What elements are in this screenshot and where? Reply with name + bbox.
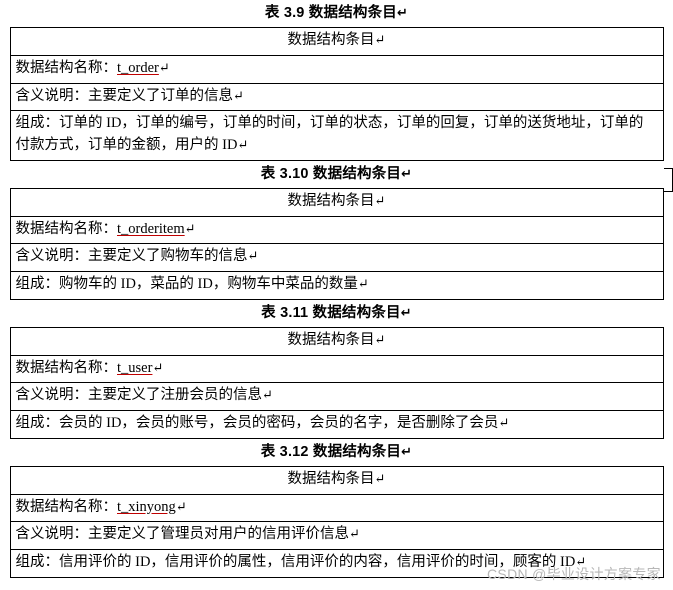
caption-text: 表 3.11 数据结构条目 (261, 304, 401, 321)
paragraph-mark: ↵ (401, 443, 413, 459)
table-header-cell: 数据结构条目↵ (9, 465, 664, 495)
table-caption: 表 3.10 数据结构条目↵ (8, 161, 665, 188)
table-cell: 数据结构名称：t_order↵ (9, 54, 664, 84)
header-text: 数据结构条目 (287, 470, 375, 487)
caption-text: 表 3.9 数据结构条目 (264, 5, 398, 21)
row-label: 含义说明：主要定义了管理员对用户的信用评价信息 (15, 526, 350, 543)
table-header-cell: 数据结构条目↵ (9, 27, 664, 56)
table-caption: 表 3.9 数据结构条目↵ (8, 0, 665, 27)
row-label: 组成：订单的 ID，订单的编号，订单的时间，订单的状态，订单的回复，订单的送货地… (15, 115, 644, 154)
paragraph-mark: ↵ (374, 331, 386, 347)
paragraph-mark: ↵ (374, 192, 386, 208)
data-structure-table: 数据结构条目↵ 数据结构名称：t_orderitem↵ 含义说明：主要定义了购物… (9, 187, 664, 300)
row-value: t_orderitem (117, 220, 185, 237)
document-page: 表 3.9 数据结构条目↵ 数据结构条目↵ 数据结构名称：t_order↵ 含义… (0, 0, 673, 590)
header-text: 数据结构条目 (287, 331, 375, 348)
table-header-cell: 数据结构条目↵ (9, 326, 664, 356)
table-row: 数据结构名称：t_xinyong↵ (9, 493, 664, 523)
row-label: 数据结构名称： (15, 359, 118, 376)
row-label: 数据结构名称： (15, 59, 118, 76)
header-text: 数据结构条目 (287, 32, 375, 49)
paragraph-mark: ↵ (184, 220, 196, 236)
row-value: t_order (117, 59, 159, 76)
paragraph-mark: ↵ (233, 87, 244, 103)
table-row: 组成：购物车的 ID，菜品的 ID，购物车中菜品的数量↵ (9, 271, 664, 300)
paragraph-mark: ↵ (262, 387, 273, 403)
table-row: 组成：会员的 ID，会员的账号，会员的密码，会员的名字，是否删除了会员↵ (9, 410, 664, 439)
table-row: 含义说明：主要定义了订单的信息↵ (9, 82, 664, 112)
table-block-3: 表 3.11 数据结构条目↵ 数据结构条目↵ 数据结构名称：t_user↵ 含义… (8, 300, 665, 439)
table-row: 组成：订单的 ID，订单的编号，订单的时间，订单的状态，订单的回复，订单的送货地… (9, 110, 664, 161)
table-cell: 含义说明：主要定义了订单的信息↵ (9, 82, 664, 112)
paragraph-mark: ↵ (357, 276, 369, 292)
page-edge-marker (664, 168, 673, 192)
table-row: 数据结构名称：t_order↵ (9, 54, 664, 84)
paragraph-mark: ↵ (152, 359, 164, 375)
table-row: 含义说明：主要定义了购物车的信息↵ (9, 243, 664, 273)
row-value: t_xinyong (117, 498, 176, 515)
table-row: 数据结构条目↵ (9, 187, 664, 217)
table-row: 数据结构条目↵ (9, 326, 664, 356)
table-cell: 数据结构名称：t_user↵ (9, 354, 664, 384)
table-block-4: 表 3.12 数据结构条目↵ 数据结构条目↵ 数据结构名称：t_xinyong↵… (8, 439, 665, 578)
table-row: 数据结构名称：t_orderitem↵ (9, 215, 664, 245)
row-label: 数据结构名称： (15, 220, 118, 237)
row-label: 组成：会员的 ID，会员的账号，会员的密码，会员的名字，是否删除了会员 (15, 415, 499, 432)
table-cell: 含义说明：主要定义了管理员对用户的信用评价信息↵ (9, 521, 664, 551)
table-cell: 数据结构名称：t_xinyong↵ (9, 493, 664, 523)
table-cell: 含义说明：主要定义了购物车的信息↵ (9, 243, 664, 273)
table-row: 含义说明：主要定义了管理员对用户的信用评价信息↵ (9, 521, 664, 551)
table-caption: 表 3.11 数据结构条目↵ (8, 300, 665, 327)
row-label: 含义说明：主要定义了购物车的信息 (15, 248, 248, 265)
watermark: CSDN @毕业设计方案专家 (487, 566, 661, 582)
row-label: 数据结构名称： (15, 498, 118, 515)
data-structure-table: 数据结构条目↵ 数据结构名称：t_user↵ 含义说明：主要定义了注册会员的信息… (9, 326, 664, 439)
table-row: 数据结构条目↵ (9, 465, 664, 495)
paragraph-mark: ↵ (400, 304, 412, 320)
paragraph-mark: ↵ (498, 415, 510, 431)
paragraph-mark: ↵ (401, 165, 413, 181)
caption-text: 表 3.10 数据结构条目 (260, 165, 402, 182)
caption-text: 表 3.12 数据结构条目 (260, 443, 402, 460)
header-text: 数据结构条目 (287, 192, 375, 209)
row-label: 组成：购物车的 ID，菜品的 ID，购物车中菜品的数量 (15, 276, 358, 293)
table-header-cell: 数据结构条目↵ (9, 187, 664, 217)
data-structure-table: 数据结构条目↵ 数据结构名称：t_xinyong↵ 含义说明：主要定义了管理员对… (9, 465, 664, 578)
table-row: 含义说明：主要定义了注册会员的信息↵ (9, 382, 664, 412)
table-cell: 组成：购物车的 ID，菜品的 ID，购物车中菜品的数量↵ (9, 271, 664, 300)
row-label: 含义说明：主要定义了订单的信息 (15, 87, 234, 104)
paragraph-mark: ↵ (237, 137, 249, 153)
table-row: 数据结构名称：t_user↵ (9, 354, 664, 384)
data-structure-table: 数据结构条目↵ 数据结构名称：t_order↵ 含义说明：主要定义了订单的信息↵… (9, 27, 664, 161)
paragraph-mark: ↵ (349, 526, 360, 542)
paragraph-mark: ↵ (247, 248, 259, 264)
table-cell: 组成：订单的 ID，订单的编号，订单的时间，订单的状态，订单的回复，订单的送货地… (9, 110, 664, 161)
table-block-2: 表 3.10 数据结构条目↵ 数据结构条目↵ 数据结构名称：t_orderite… (8, 161, 665, 300)
table-cell: 含义说明：主要定义了注册会员的信息↵ (9, 382, 664, 412)
paragraph-mark: ↵ (374, 470, 386, 486)
paragraph-mark: ↵ (374, 32, 386, 48)
paragraph-mark: ↵ (175, 498, 187, 514)
table-row: 数据结构条目↵ (9, 27, 664, 56)
table-caption: 表 3.12 数据结构条目↵ (8, 439, 665, 466)
row-value: t_user (117, 359, 153, 376)
table-block-1: 表 3.9 数据结构条目↵ 数据结构条目↵ 数据结构名称：t_order↵ 含义… (8, 0, 665, 161)
table-cell: 数据结构名称：t_orderitem↵ (9, 215, 664, 245)
table-cell: 组成：会员的 ID，会员的账号，会员的密码，会员的名字，是否删除了会员↵ (9, 410, 664, 439)
paragraph-mark: ↵ (158, 59, 170, 75)
paragraph-mark: ↵ (397, 5, 409, 20)
row-label: 含义说明：主要定义了注册会员的信息 (15, 387, 263, 404)
